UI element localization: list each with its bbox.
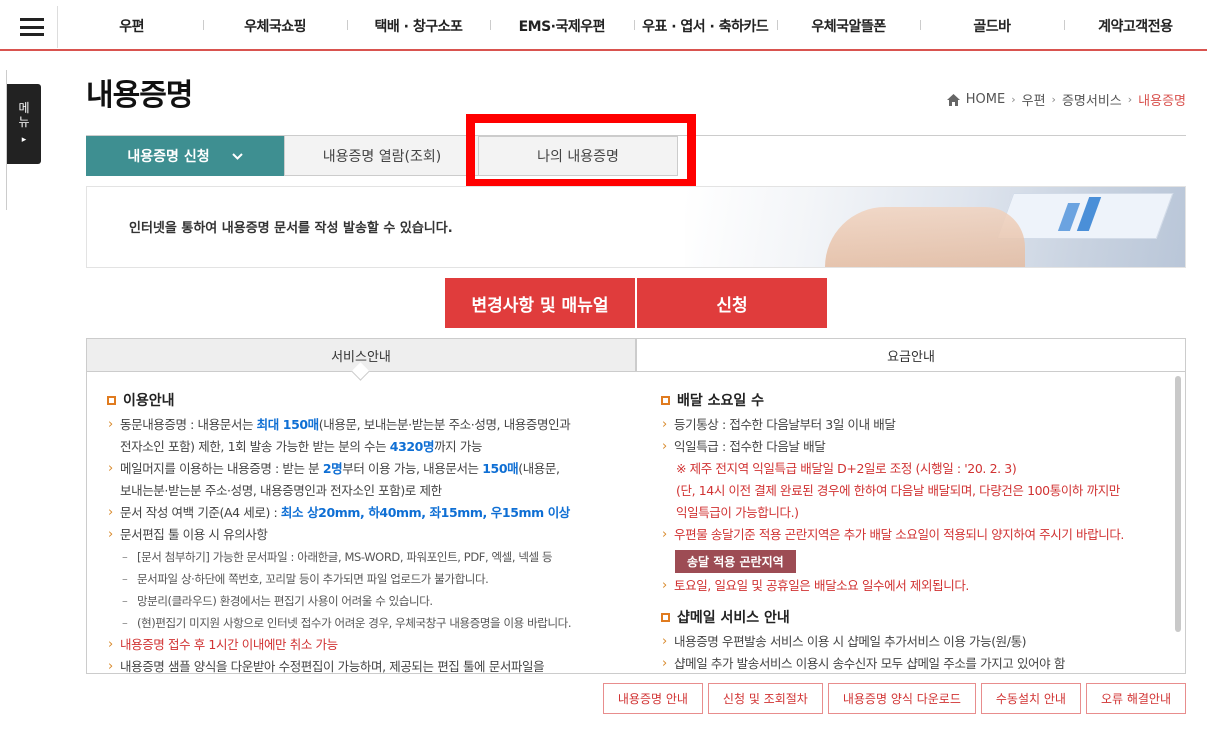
manual-button[interactable]: 변경사항 및 매뉴얼 (445, 278, 635, 328)
bottom-buttons: 내용증명 안내 신청 및 조회절차 내용증명 양식 다운로드 수동설치 안내 오… (602, 683, 1186, 714)
nav-item-mobile[interactable]: 우체국알뜰폰 (776, 16, 920, 36)
nav-item-contract[interactable]: 계약고객전용 (1063, 16, 1207, 36)
list-item: 등기통상 : 접수한 다음날부터 3일 이내 배달 (661, 414, 1161, 436)
banner-text: 인터넷을 통하여 내용증명 문서를 작성 발송할 수 있습니다. (129, 221, 453, 236)
notice-text: 익일특급이 가능합니다.) (676, 505, 799, 520)
nav-items: 우편 우체국쇼핑 택배 · 창구소포 EMS·국제우편 우표 · 엽서 · 축하… (60, 0, 1207, 51)
hamburger-icon[interactable] (6, 6, 58, 48)
breadcrumb-home[interactable]: HOME (966, 92, 1005, 107)
breadcrumb-cert[interactable]: 증명서비스 (1062, 90, 1122, 109)
apply-button[interactable]: 신청 (637, 278, 827, 328)
nav-item-shopping[interactable]: 우체국쇼핑 (203, 16, 346, 36)
manual-install-button[interactable]: 수동설치 안내 (980, 683, 1081, 714)
tab-apply-label: 내용증명 신청 (127, 149, 210, 165)
list-item: 내용증명 샘플 양식을 다운받아 수정편집이 가능하며, 제공되는 편집 툴에 … (107, 656, 627, 673)
usage-heading: 이용안내 (107, 390, 627, 410)
delivery-title: 배달 소요일 수 (677, 393, 765, 409)
scrollbar[interactable] (1175, 376, 1181, 632)
list-item: 우편물 송달기준 적용 곤란지역은 추가 배달 소요일이 적용되니 양지하여 주… (661, 524, 1161, 546)
top-navigation: 우편 우체국쇼핑 택배 · 창구소포 EMS·국제우편 우표 · 엽서 · 축하… (0, 0, 1207, 51)
list-item: 내용증명 접수 후 1시간 이내에만 취소 가능 (107, 634, 627, 656)
nav-item-post[interactable]: 우편 (60, 16, 203, 36)
breadcrumb-post[interactable]: 우편 (1022, 90, 1046, 109)
list-item: 샵메일 추가 발송서비스 이용시 송수신자 모두 샵메일 주소를 가지고 있어야… (661, 653, 1161, 673)
list-item: 문서편집 툴 이용 시 유의사항 (107, 524, 627, 546)
service-panel: 이용안내 동문내용증명 : 내용문서는 최대 150매(내용문, 보내는분·받는… (86, 372, 1186, 674)
sub-item: (현)편집기 미지원 사항으로 인터넷 접수가 어려운 경우, 우체국창구 내용… (107, 612, 627, 634)
error-help-button[interactable]: 오류 해결안내 (1085, 683, 1186, 714)
list-item: 메일머지를 이용하는 내용증명 : 받는 분 2명부터 이용 가능, 내용문서는… (107, 458, 627, 480)
breadcrumb-sep: › (1051, 93, 1056, 106)
service-tabs: 서비스안내 요금안내 (86, 338, 1186, 372)
nav-item-ems[interactable]: EMS·국제우편 (490, 16, 633, 36)
breadcrumb-current: 내용증명 (1138, 94, 1186, 109)
side-menu-label-2: 뉴 (18, 115, 30, 129)
tab-view[interactable]: 내용증명 열람(조회) (284, 136, 480, 176)
list-item: 문서 작성 여백 기준(A4 세로) : 최소 상20mm, 하40mm, 좌1… (107, 502, 627, 524)
square-bullet-icon (661, 612, 670, 622)
tab-fee-info[interactable]: 요금안내 (636, 338, 1186, 372)
list-item: 전자소인 포함) 제한, 1회 발송 가능한 받는 분의 수는 4320명까지 … (120, 439, 483, 454)
list-item: 보내는분·받는분 주소·성명, 내용증명인과 전자소인 포함)로 제한 (120, 483, 442, 498)
banner-hand (825, 207, 1025, 267)
banner-image (685, 187, 1185, 267)
breadcrumb-sep: › (1127, 93, 1133, 106)
notice-text: ※ 제주 전지역 익일특급 배달일 D+2일로 조정 (시행일 : '20. 2… (676, 461, 1017, 476)
side-menu-tab[interactable]: 메 뉴 ▸ (7, 84, 41, 164)
list-item: 익일특급 : 접수한 다음날 배달 (661, 436, 1161, 458)
nav-item-parcel[interactable]: 택배 · 창구소포 (346, 16, 490, 36)
sub-item: 망분리(클라우드) 환경에서는 편집기 사용이 어려울 수 있습니다. (107, 590, 627, 612)
square-bullet-icon (107, 395, 116, 405)
tab-apply[interactable]: 내용증명 신청 (86, 136, 284, 176)
square-bullet-icon (661, 395, 670, 405)
banner: 인터넷을 통하여 내용증명 문서를 작성 발송할 수 있습니다. (86, 186, 1186, 268)
delivery-column: 배달 소요일 수 등기통상 : 접수한 다음날부터 3일 이내 배달 익일특급 … (661, 390, 1161, 673)
usage-column: 이용안내 동문내용증명 : 내용문서는 최대 150매(내용문, 보내는분·받는… (107, 390, 627, 673)
template-download-button[interactable]: 내용증명 양식 다운로드 (827, 683, 976, 714)
arrow-right-icon: ▸ (21, 135, 27, 145)
procedure-button[interactable]: 신청 및 조회절차 (707, 683, 823, 714)
difficult-area-button[interactable]: 송달 적용 곤란지역 (675, 550, 796, 573)
breadcrumb-sep: › (1011, 93, 1016, 106)
list-item: 동문내용증명 : 내용문서는 최대 150매(내용문, 보내는분·받는분 주소·… (107, 414, 627, 436)
delivery-heading: 배달 소요일 수 (661, 390, 1161, 410)
nav-item-stamps[interactable]: 우표 · 엽서 · 축하카드 (633, 16, 777, 36)
nav-item-goldbar[interactable]: 골드바 (920, 16, 1063, 36)
sub-item: 문서파일 상·하단에 쪽번호, 꼬리말 등이 추가되면 파일 업로드가 불가합니… (107, 568, 627, 590)
list-item: 내용증명 우편발송 서비스 이용 시 샵메일 추가서비스 이용 가능(원/통) (661, 631, 1161, 653)
shopmail-heading: 샵메일 서비스 안내 (661, 607, 1161, 627)
guide-button[interactable]: 내용증명 안내 (602, 683, 703, 714)
page-title: 내용증명 (86, 78, 193, 113)
home-icon (946, 93, 960, 106)
sub-item: [문서 첨부하기] 가능한 문서파일 : 아래한글, MS-WORD, 파워포인… (107, 546, 627, 568)
tab-my-certificates[interactable]: 나의 내용증명 (478, 136, 678, 176)
usage-title: 이용안내 (123, 393, 175, 409)
list-item: 토요일, 일요일 및 공휴일은 배달소요 일수에서 제외됩니다. (661, 575, 1161, 597)
shopmail-title: 샵메일 서비스 안내 (677, 610, 790, 626)
tab-service-info[interactable]: 서비스안내 (86, 338, 636, 372)
sub-tabs: 내용증명 신청 내용증명 열람(조회) (86, 136, 480, 176)
notice-text: (단, 14시 이전 결제 완료된 경우에 한하여 다음날 배달되며, 다량건은… (676, 483, 1120, 498)
breadcrumb: HOME › 우편 › 증명서비스 › 내용증명 (946, 90, 1186, 109)
side-menu-label-1: 메 (18, 101, 30, 115)
chevron-down-icon (231, 152, 243, 160)
